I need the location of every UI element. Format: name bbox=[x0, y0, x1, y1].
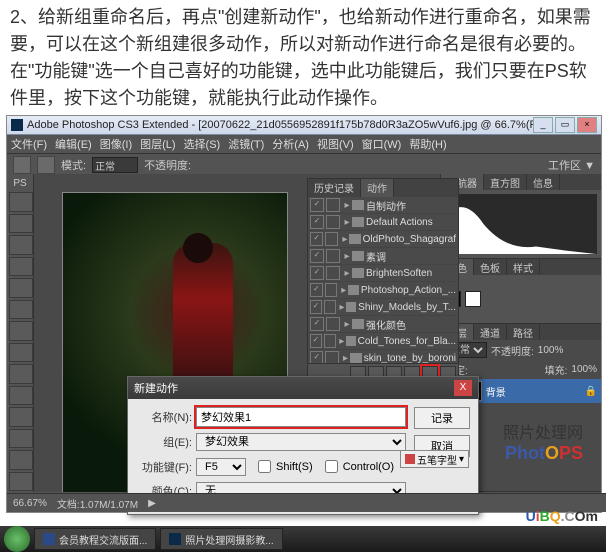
history-brush-tool[interactable] bbox=[9, 386, 33, 406]
lasso-tool[interactable] bbox=[9, 235, 33, 255]
name-label: 名称(N): bbox=[136, 409, 192, 425]
eyedrop-tool[interactable] bbox=[9, 300, 33, 320]
action-item: ✓▸Default Actions bbox=[308, 214, 458, 231]
action-item: ✓▸OldPhoto_Shagagraf bbox=[308, 231, 458, 248]
taskbar-item[interactable]: 会员教程交流版面... bbox=[34, 528, 156, 550]
blur-tool[interactable] bbox=[9, 450, 33, 470]
tab-paths[interactable]: 路径 bbox=[507, 324, 540, 340]
layer-opacity-value[interactable]: 100% bbox=[538, 345, 564, 356]
fill-value[interactable]: 100% bbox=[571, 364, 597, 375]
layer-name: 背景 bbox=[486, 384, 506, 399]
doc-size: 文档:1.07M/1.07M bbox=[57, 496, 138, 511]
toolbox: PS bbox=[7, 174, 34, 492]
tab-histogram[interactable]: 直方图 bbox=[484, 174, 527, 190]
photoshop-window: Adobe Photoshop CS3 Extended - [20070622… bbox=[6, 115, 602, 513]
tab-styles[interactable]: 样式 bbox=[507, 259, 540, 275]
instruction-text: 2、给新组重命名后，再点"创建新动作"，也给新动作进行重命名，如果需要，可以在这… bbox=[0, 0, 606, 120]
status-bar: 66.67% 文档:1.07M/1.07M ▶ bbox=[7, 493, 606, 512]
menu-view[interactable]: 视图(V) bbox=[317, 136, 354, 152]
action-item: ✓▸skin_tone_by_boroni bbox=[308, 350, 458, 363]
close-button[interactable]: × bbox=[577, 117, 597, 133]
tab-history[interactable]: 历史记录 bbox=[308, 179, 361, 197]
menu-edit[interactable]: 编辑(E) bbox=[55, 136, 92, 152]
function-key-select[interactable]: F5 bbox=[196, 458, 246, 476]
action-item: ✓▸素调 bbox=[308, 248, 458, 265]
taskbar: 会员教程交流版面... 照片处理网摄影教... bbox=[0, 526, 606, 552]
site-watermark: UiBQ.COm bbox=[526, 508, 598, 524]
tab-channels[interactable]: 通道 bbox=[474, 324, 507, 340]
ps-logo: PS bbox=[7, 176, 33, 191]
set-label: 组(E): bbox=[136, 434, 192, 450]
workspace-select[interactable]: 工作区 ▼ bbox=[548, 157, 595, 173]
action-item: ✓▸自制动作 bbox=[308, 197, 458, 214]
actions-list[interactable]: ✓▸自制动作 ✓▸Default Actions ✓▸OldPhoto_Shag… bbox=[308, 197, 458, 363]
menu-window[interactable]: 窗口(W) bbox=[362, 136, 402, 152]
marquee-tool[interactable] bbox=[9, 214, 33, 234]
action-item: ✓▸Cold_Tones_for_Bla... bbox=[308, 333, 458, 350]
titlebar[interactable]: Adobe Photoshop CS3 Extended - [20070622… bbox=[7, 116, 601, 135]
app-icon bbox=[11, 119, 23, 131]
tab-swatches[interactable]: 色板 bbox=[474, 259, 507, 275]
action-item: ✓▸Photoshop_Action_... bbox=[308, 282, 458, 299]
lock-icon: 🔒 bbox=[585, 386, 597, 397]
fill-label: 填充: bbox=[545, 362, 568, 377]
mode-select[interactable]: 正常 bbox=[92, 157, 138, 173]
menu-select[interactable]: 选择(S) bbox=[184, 136, 221, 152]
wand-tool[interactable] bbox=[9, 257, 33, 277]
tab-info[interactable]: 信息 bbox=[527, 174, 560, 190]
menu-analysis[interactable]: 分析(A) bbox=[272, 136, 309, 152]
maximize-button[interactable]: ▭ bbox=[555, 117, 575, 133]
action-item: ✓▸Shiny_Models_by_T... bbox=[308, 299, 458, 316]
menu-help[interactable]: 帮助(H) bbox=[409, 136, 446, 152]
crop-tool[interactable] bbox=[9, 278, 33, 298]
gradient-tool[interactable] bbox=[9, 429, 33, 449]
tab-actions[interactable]: 动作 bbox=[361, 179, 394, 197]
bg-swatch[interactable] bbox=[465, 291, 481, 307]
window-title: Adobe Photoshop CS3 Extended - [20070622… bbox=[27, 119, 533, 131]
taskbar-item[interactable]: 照片处理网摄影教... bbox=[160, 528, 282, 550]
action-item: ✓▸强化颜色 bbox=[308, 316, 458, 333]
menu-file[interactable]: 文件(F) bbox=[11, 136, 47, 152]
eraser-tool[interactable] bbox=[9, 407, 33, 427]
mode-label: 模式: bbox=[61, 157, 86, 173]
brush-preset-icon[interactable] bbox=[37, 156, 55, 174]
brush-tool[interactable] bbox=[9, 343, 33, 363]
action-item: ✓▸BrightenSoften bbox=[308, 265, 458, 282]
ctrl-checkbox[interactable] bbox=[325, 460, 338, 473]
dialog-title: 新建动作 bbox=[134, 380, 178, 396]
actions-panel: 历史记录 动作 ✓▸自制动作 ✓▸Default Actions ✓▸OldPh… bbox=[307, 178, 459, 380]
heal-tool[interactable] bbox=[9, 321, 33, 341]
action-name-input[interactable] bbox=[196, 407, 406, 427]
menu-image[interactable]: 图像(I) bbox=[100, 136, 132, 152]
dialog-close-button[interactable]: X bbox=[454, 380, 472, 396]
stamp-tool[interactable] bbox=[9, 364, 33, 384]
tool-preset-icon[interactable] bbox=[13, 156, 31, 174]
minimize-button[interactable]: _ bbox=[533, 117, 553, 133]
record-button[interactable]: 记录 bbox=[414, 407, 470, 429]
layer-opacity-label: 不透明度: bbox=[491, 343, 534, 358]
action-set-select[interactable]: 梦幻效果 bbox=[196, 433, 406, 451]
fkey-label: 功能键(F): bbox=[136, 459, 192, 475]
ime-indicator[interactable]: 五笔字型▾ bbox=[400, 450, 469, 468]
watermark: 照片处理网 PhotOPS bbox=[503, 419, 583, 464]
start-button[interactable] bbox=[4, 526, 30, 552]
move-tool[interactable] bbox=[9, 192, 33, 212]
shift-checkbox[interactable] bbox=[258, 460, 271, 473]
menu-layer[interactable]: 图层(L) bbox=[140, 136, 175, 152]
histogram bbox=[445, 194, 597, 254]
zoom-level[interactable]: 66.67% bbox=[13, 498, 47, 509]
menu-filter[interactable]: 滤镜(T) bbox=[228, 136, 264, 152]
dodge-tool[interactable] bbox=[9, 472, 33, 492]
menu-bar: 文件(F) 编辑(E) 图像(I) 图层(L) 选择(S) 滤镜(T) 分析(A… bbox=[7, 135, 601, 154]
opacity-label: 不透明度: bbox=[144, 157, 191, 173]
